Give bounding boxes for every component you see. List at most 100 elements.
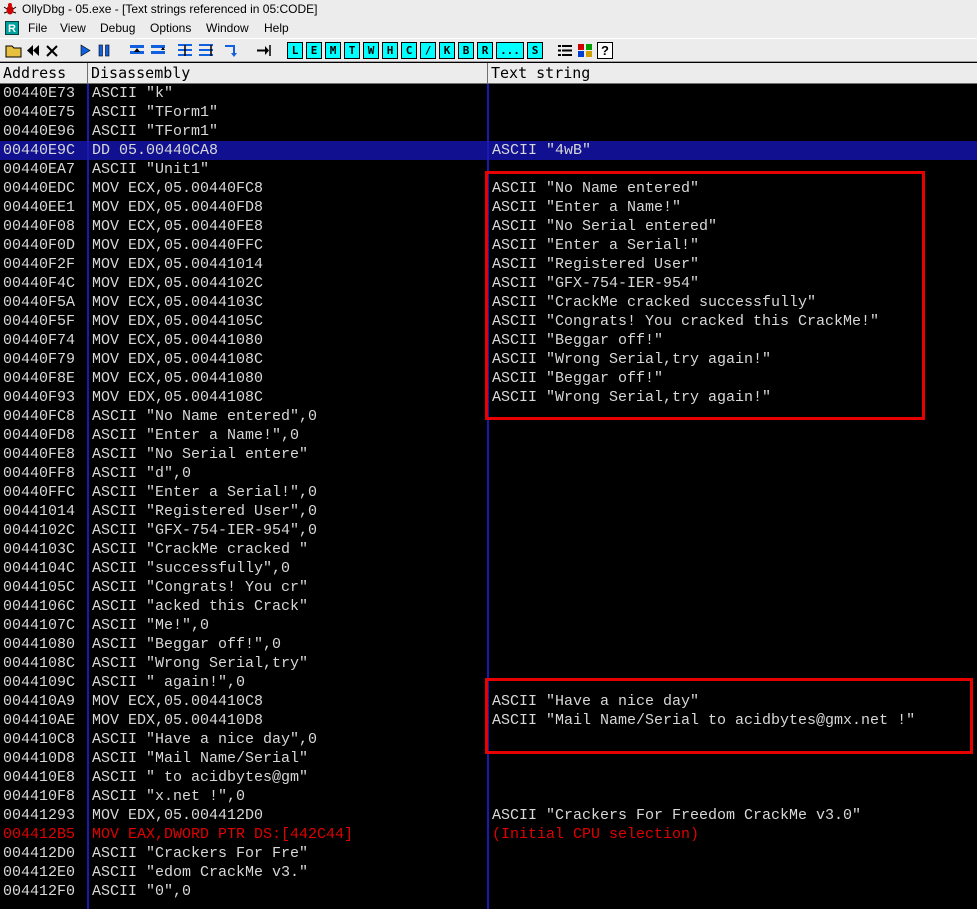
address-cell: 00440F2F bbox=[3, 256, 76, 273]
address-cell: 00440F74 bbox=[3, 332, 76, 349]
disassembly-cell: MOV ECX,05.0044103C bbox=[92, 294, 264, 311]
appearance-grid-icon[interactable] bbox=[576, 42, 594, 59]
address-cell: 00440F0D bbox=[3, 237, 76, 254]
mdi-child-icon[interactable]: R bbox=[5, 21, 19, 35]
menu-file[interactable]: File bbox=[28, 18, 47, 38]
disassembly-cell: MOV EDX,05.0044102C bbox=[92, 275, 264, 292]
disassembly-cell: MOV EAX,DWORD PTR DS:[442C44] bbox=[92, 826, 354, 843]
disassembly-cell: ASCII "No Name entered",0 bbox=[92, 408, 318, 425]
column-header-disassembly[interactable]: Disassembly bbox=[88, 63, 488, 84]
address-cell: 004410AE bbox=[3, 712, 76, 729]
column-header-address[interactable]: Address bbox=[0, 63, 88, 84]
disassembly-cell: ASCII "Me!",0 bbox=[92, 617, 210, 634]
disassembly-cell: ASCII "successfully",0 bbox=[92, 560, 291, 577]
text-string-cell: (Initial CPU selection) bbox=[492, 826, 700, 843]
disassembly-cell: ASCII " to acidbytes@gm" bbox=[92, 769, 309, 786]
address-cell: 00441014 bbox=[3, 503, 76, 520]
address-cell: 00440EA7 bbox=[3, 161, 76, 178]
menu-view[interactable]: View bbox=[60, 18, 86, 38]
go-to-origin-icon[interactable] bbox=[255, 42, 273, 59]
cpu-window-button[interactable]: C bbox=[401, 42, 417, 59]
breakpoints-window-button[interactable]: B bbox=[458, 42, 474, 59]
disassembly-cell: ASCII "TForm1" bbox=[92, 104, 219, 121]
column-header-text-string[interactable]: Text string bbox=[488, 63, 977, 84]
disassembly-cell: ASCII "Unit1" bbox=[92, 161, 210, 178]
handles-window-button[interactable]: H bbox=[382, 42, 398, 59]
address-cell: 00440E75 bbox=[3, 104, 76, 121]
trace-into-icon[interactable] bbox=[176, 42, 194, 59]
help-question-icon[interactable]: ? bbox=[597, 42, 613, 59]
disassembly-cell: ASCII "Have a nice day",0 bbox=[92, 731, 318, 748]
disassembly-cell: ASCII "CrackMe cracked " bbox=[92, 541, 309, 558]
disassembly-cell: ASCII "GFX-754-IER-954",0 bbox=[92, 522, 318, 539]
log-window-button[interactable]: L bbox=[287, 42, 303, 59]
disassembly-cell: MOV EDX,05.00440FD8 bbox=[92, 199, 264, 216]
patches-window-button[interactable]: / bbox=[420, 42, 436, 59]
address-cell: 0044105C bbox=[3, 579, 76, 596]
disassembly-cell: DD 05.00440CA8 bbox=[92, 142, 219, 159]
execute-till-return-icon[interactable] bbox=[222, 42, 240, 59]
disassembly-cell: MOV ECX,05.004410C8 bbox=[92, 693, 264, 710]
address-cell: 00440FC8 bbox=[3, 408, 76, 425]
address-cell: 00440FFC bbox=[3, 484, 76, 501]
address-cell: 004412D0 bbox=[3, 845, 76, 862]
run-icon[interactable] bbox=[77, 42, 93, 59]
toolbar: L E M T W H C / K B R ... S ? bbox=[0, 38, 977, 62]
call-stack-window-button[interactable]: K bbox=[439, 42, 455, 59]
address-cell: 00440F79 bbox=[3, 351, 76, 368]
close-icon[interactable] bbox=[44, 42, 60, 59]
menu-debug[interactable]: Debug bbox=[100, 18, 135, 38]
step-over-icon[interactable] bbox=[149, 42, 167, 59]
disassembly-cell: ASCII "Beggar off!",0 bbox=[92, 636, 282, 653]
disassembly-cell: MOV EDX,05.00440FFC bbox=[92, 237, 264, 254]
restart-icon[interactable] bbox=[25, 42, 41, 59]
address-cell: 00440F4C bbox=[3, 275, 76, 292]
disassembly-cell: MOV EDX,05.0044108C bbox=[92, 389, 264, 406]
run-trace-window-button[interactable]: ... bbox=[496, 42, 524, 59]
source-window-button[interactable]: S bbox=[527, 42, 543, 59]
disassembly-cell: ASCII " again!",0 bbox=[92, 674, 246, 691]
list-view-icon[interactable] bbox=[556, 42, 574, 59]
column-divider-address bbox=[87, 84, 89, 909]
memory-window-button[interactable]: M bbox=[325, 42, 341, 59]
disassembly-cell: MOV ECX,05.00441080 bbox=[92, 332, 264, 349]
address-cell: 00440F8E bbox=[3, 370, 76, 387]
windows-window-button[interactable]: W bbox=[363, 42, 379, 59]
disassembly-cell: ASCII "k" bbox=[92, 85, 174, 102]
address-cell: 00440E9C bbox=[3, 142, 76, 159]
step-into-icon[interactable] bbox=[128, 42, 146, 59]
disassembly-cell: ASCII "d",0 bbox=[92, 465, 192, 482]
address-cell: 00440FE8 bbox=[3, 446, 76, 463]
menu-window[interactable]: Window bbox=[206, 18, 249, 38]
address-cell: 0044106C bbox=[3, 598, 76, 615]
annotation-box-contact bbox=[485, 678, 973, 754]
address-cell: 004410E8 bbox=[3, 769, 76, 786]
references-window-button[interactable]: R bbox=[477, 42, 493, 59]
address-cell: 00440F08 bbox=[3, 218, 76, 235]
disassembly-cell: MOV ECX,05.00440FC8 bbox=[92, 180, 264, 197]
disassembly-cell: MOV EDX,05.004410D8 bbox=[92, 712, 264, 729]
disassembly-cell: MOV ECX,05.00440FE8 bbox=[92, 218, 264, 235]
disassembly-cell: MOV EDX,05.00441014 bbox=[92, 256, 264, 273]
modules-window-button[interactable]: E bbox=[306, 42, 322, 59]
address-cell: 00441293 bbox=[3, 807, 76, 824]
address-cell: 00440FD8 bbox=[3, 427, 76, 444]
address-cell: 004410D8 bbox=[3, 750, 76, 767]
address-cell: 004412E0 bbox=[3, 864, 76, 881]
pause-icon[interactable] bbox=[96, 42, 112, 59]
menu-options[interactable]: Options bbox=[150, 18, 191, 38]
title-bar: OllyDbg - 05.exe - [Text strings referen… bbox=[0, 0, 977, 18]
address-cell: 0044102C bbox=[3, 522, 76, 539]
menu-bar: R File View Debug Options Window Help bbox=[0, 18, 977, 38]
threads-window-button[interactable]: T bbox=[344, 42, 360, 59]
disassembly-cell: ASCII "Registered User",0 bbox=[92, 503, 318, 520]
disassembly-cell: ASCII "Mail Name/Serial" bbox=[92, 750, 309, 767]
menu-help[interactable]: Help bbox=[264, 18, 289, 38]
address-cell: 004410F8 bbox=[3, 788, 76, 805]
address-cell: 00440F5A bbox=[3, 294, 76, 311]
open-folder-icon[interactable] bbox=[5, 42, 23, 59]
annotation-box-messages bbox=[485, 171, 925, 420]
ollydbg-bug-icon bbox=[3, 3, 17, 15]
text-string-cell: ASCII "Crackers For Freedom CrackMe v3.0… bbox=[492, 807, 862, 824]
trace-over-icon[interactable] bbox=[197, 42, 215, 59]
